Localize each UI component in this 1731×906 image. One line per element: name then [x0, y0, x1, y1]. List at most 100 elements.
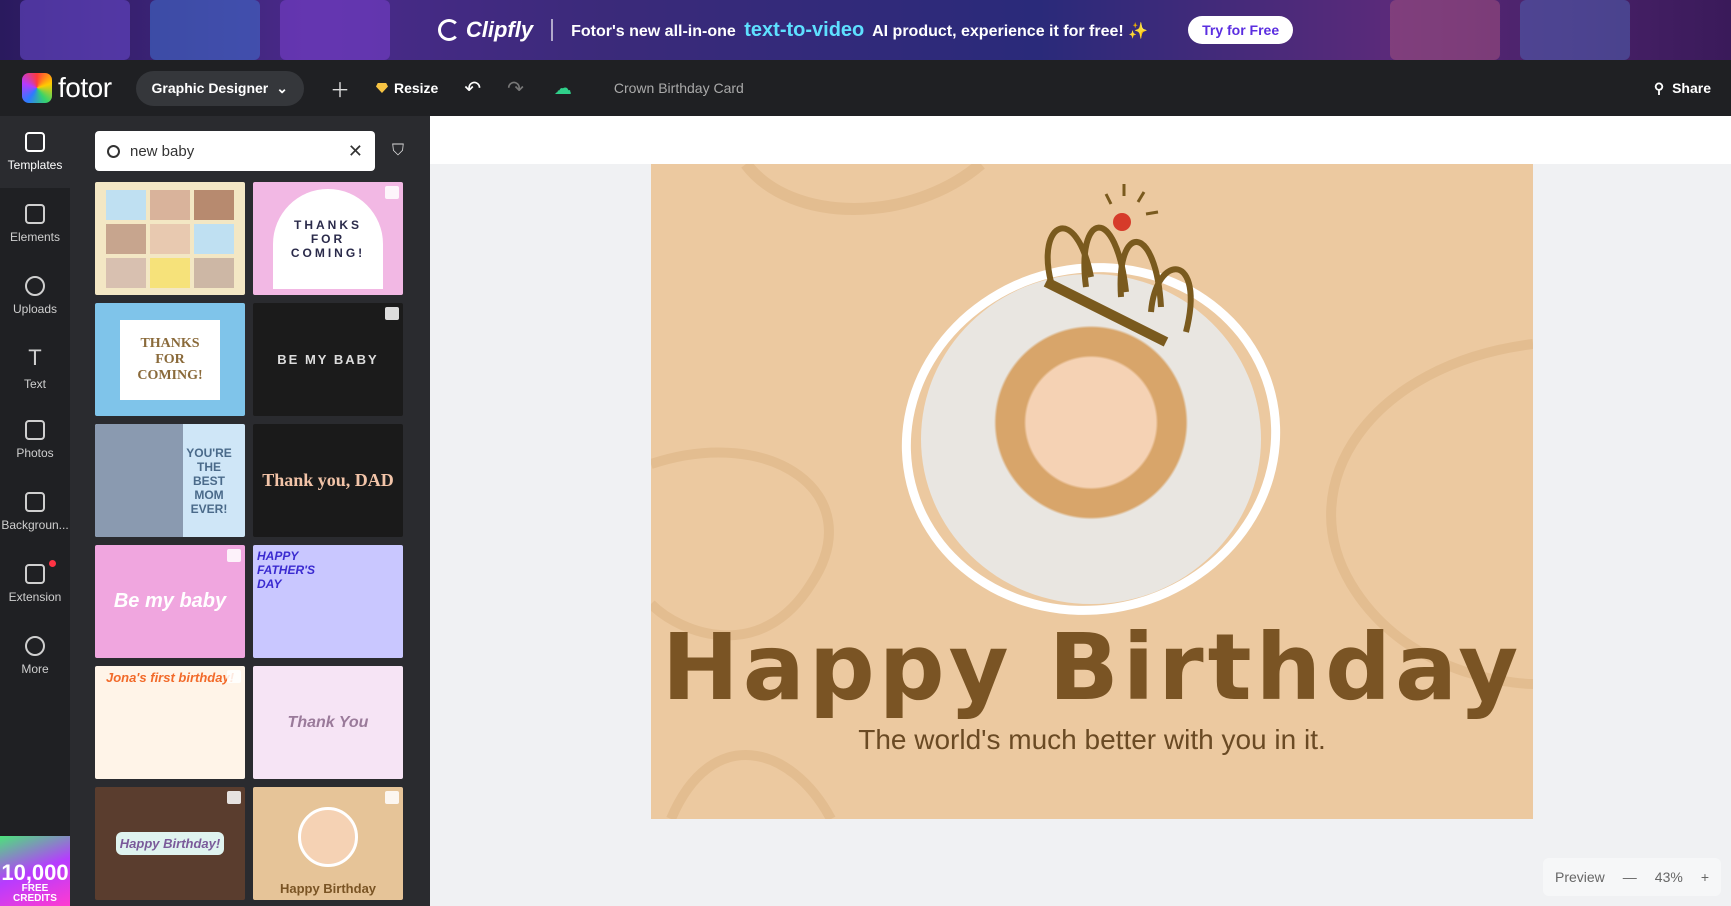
template-thumbnail[interactable]: Thank You — [253, 666, 403, 779]
extension-icon — [25, 564, 45, 584]
collage-tile — [194, 223, 234, 254]
collage-tile — [194, 257, 234, 288]
banner-message-post: AI product, experience it for free! — [872, 22, 1124, 40]
credits-amount: 10,000 — [1, 860, 69, 885]
templates-icon — [25, 132, 45, 152]
text-icon: T — [28, 345, 42, 370]
share-label: Share — [1672, 80, 1711, 96]
crown-band — [1043, 277, 1169, 347]
clipfly-logo-icon — [437, 19, 460, 41]
sidebar-item-extension[interactable]: Extension — [0, 548, 70, 620]
crown-icon[interactable] — [1036, 182, 1216, 352]
preview-button[interactable]: Preview — [1555, 869, 1605, 885]
zoom-in-button[interactable]: + — [1701, 869, 1709, 885]
sidebar-item-text[interactable]: T Text — [0, 332, 70, 404]
template-caption: Be my baby — [113, 590, 227, 612]
banner-decor-image — [280, 0, 390, 60]
template-thumbnail[interactable] — [95, 182, 245, 295]
sidebar-item-label: Extension — [8, 590, 62, 604]
fotor-logo[interactable]: fotor — [22, 72, 112, 104]
clear-search-icon[interactable]: ✕ — [348, 141, 363, 162]
resize-label: Resize — [393, 80, 439, 96]
sidebar-item-photos[interactable]: Photos — [0, 404, 70, 476]
sidebar-item-label: Backgroun... — [1, 518, 69, 532]
template-thumbnail[interactable]: HAPPY FATHER'S DAY — [253, 545, 403, 658]
sidebar-item-elements[interactable]: Elements — [0, 188, 70, 260]
banner-message: Fotor's new all-in-one text-to-video AI … — [571, 19, 1148, 42]
sidebar-item-label: Uploads — [12, 302, 58, 316]
template-caption: Thank You — [287, 713, 369, 731]
template-thumbnail[interactable]: Be my baby — [95, 545, 245, 658]
template-thumbnail[interactable]: YOU'RE THE BEST MOM EVER! — [95, 424, 245, 537]
sidebar-item-templates[interactable]: Templates — [0, 116, 70, 188]
chevron-down-icon: ⌄ — [276, 79, 288, 96]
diamond-icon — [375, 83, 388, 93]
sidebar-item-label: Elements — [9, 230, 61, 244]
share-icon: ⚲ — [1653, 79, 1665, 96]
collage-tile — [106, 257, 146, 288]
zoom-level[interactable]: 43% — [1655, 869, 1683, 885]
try-for-free-button[interactable]: Try for Free — [1188, 16, 1294, 44]
template-grid: THANKS FOR COMING! THANKS FOR COMING! BE… — [95, 182, 405, 900]
template-thumbnail[interactable]: BE MY BABY — [253, 303, 403, 416]
search-input[interactable] — [130, 142, 338, 160]
sparkle-line — [1136, 191, 1146, 203]
premium-icon — [385, 791, 399, 804]
elements-icon — [25, 204, 45, 224]
sidebar-item-more[interactable]: More — [0, 620, 70, 692]
collage-tile — [150, 189, 190, 220]
template-thumbnail[interactable]: Jona's first birthday! — [95, 666, 245, 779]
premium-icon — [385, 307, 399, 320]
free-credits-badge[interactable]: 10,000 FREE CREDITS — [0, 836, 70, 906]
sparkle-line — [1104, 193, 1113, 205]
undo-icon[interactable]: ↶ — [464, 76, 481, 101]
template-photo — [298, 807, 358, 867]
resize-button[interactable]: Resize — [375, 80, 439, 96]
add-icon[interactable]: ＋ — [330, 74, 350, 103]
cloud-saved-icon: ☁ — [553, 77, 572, 98]
role-dropdown[interactable]: Graphic Designer ⌄ — [135, 70, 304, 106]
premium-icon — [227, 549, 241, 562]
sidebar-item-uploads[interactable]: Uploads — [0, 260, 70, 332]
background-icon — [25, 492, 45, 512]
photo-collage — [106, 189, 234, 288]
template-thumbnail[interactable]: Happy Birthday! — [95, 787, 245, 900]
promo-banner[interactable]: Clipfly Fotor's new all-in-one text-to-v… — [0, 0, 1731, 60]
collage-tile — [106, 223, 146, 254]
upload-icon — [25, 276, 45, 296]
document-title[interactable]: Crown Birthday Card — [614, 80, 744, 96]
fotor-logo-icon — [22, 73, 52, 103]
share-button[interactable]: ⚲ Share — [1654, 80, 1711, 97]
template-caption: THANKS FOR COMING! — [273, 188, 383, 289]
template-thumbnail[interactable]: THANKS FOR COMING! — [95, 303, 245, 416]
sparkle-line — [1145, 210, 1159, 216]
sidebar-item-background[interactable]: Backgroun... — [0, 476, 70, 548]
card-subtitle[interactable]: The world's much better with you in it. — [651, 724, 1533, 756]
search-icon — [107, 144, 120, 158]
swirl-line — [666, 750, 836, 819]
left-sidebar: Templates Elements Uploads T Text Photos… — [0, 116, 70, 906]
zoom-out-button[interactable]: — — [1623, 869, 1637, 885]
template-thumbnail[interactable]: Happy Birthday — [253, 787, 403, 900]
template-caption: Happy Birthday! — [115, 832, 225, 855]
banner-decor-image — [150, 0, 260, 60]
canvas-workspace: Happy Birthday The world's much better w… — [430, 116, 1731, 906]
clipfly-name: Clipfly — [465, 17, 534, 42]
card-title[interactable]: Happy Birthday — [651, 614, 1533, 721]
design-canvas[interactable]: Happy Birthday The world's much better w… — [651, 164, 1533, 819]
crown-jewel — [1113, 213, 1131, 231]
filter-icon[interactable]: ⛉ — [392, 142, 404, 160]
template-thumbnail[interactable]: THANKS FOR COMING! — [253, 182, 403, 295]
sidebar-item-label: Templates — [7, 158, 63, 172]
sidebar-item-label: More — [21, 662, 49, 676]
collage-tile — [150, 257, 190, 288]
collage-tile — [106, 189, 146, 220]
templates-panel: ✕ ⛉ THANKS FOR COMING! THANKS FOR COMING… — [70, 116, 430, 906]
template-caption: YOU'RE THE BEST MOM EVER! — [186, 445, 232, 516]
premium-icon — [385, 186, 399, 199]
sparkle-icon: ✨ — [1128, 22, 1149, 40]
banner-decor-image — [1390, 0, 1500, 60]
banner-message-highlight: text-to-video — [744, 18, 865, 41]
redo-icon[interactable]: ↷ — [507, 76, 524, 101]
template-thumbnail[interactable]: Thank you, DAD — [253, 424, 403, 537]
